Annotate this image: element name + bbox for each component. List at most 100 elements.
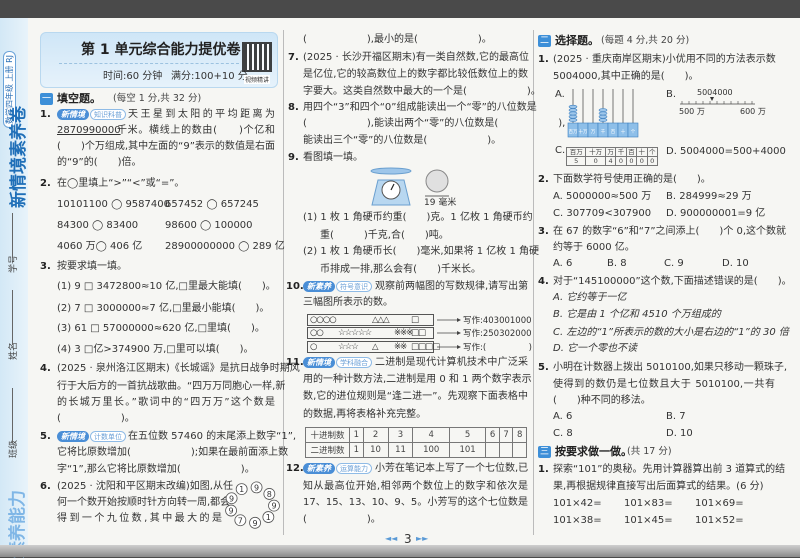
q1-lines-2: 千米。横线上的数由( )个亿和 <box>117 125 275 136</box>
table-cell: 4 <box>412 427 450 443</box>
question-number: 3. <box>538 226 549 237</box>
q3-items-2: (3) 61 □ 57000000≈620 亿,□里填( )。 <box>57 323 265 334</box>
table-cell: 11 <box>387 442 414 458</box>
student-id-field[interactable] <box>12 213 13 258</box>
class-field[interactable] <box>12 388 13 443</box>
question-number: 4. <box>538 276 549 287</box>
c2-text: 下面数学符号使用正确的是( )。 <box>553 174 711 185</box>
choice-option: D. 10 <box>722 258 749 269</box>
side-strip: 数学四年级 上册 RJ 新情境素养卷 学号 姓名 班级 素养能力 <box>0 18 29 558</box>
qr-label: 视频精讲 <box>244 75 271 84</box>
calc-expression: 101×38= <box>553 515 602 526</box>
symbol-group: ○ <box>310 342 317 352</box>
q2-items-2: 84300 ◯ 83400 <box>57 220 139 231</box>
section-badge: 一 <box>40 93 53 105</box>
question-number: 10. <box>286 281 304 292</box>
q9-lines-0: (1) 1 枚 1 角硬币约重( )克。1 亿枚 1 角硬币约 <box>303 212 533 223</box>
option-b: B. <box>666 89 677 100</box>
question-number: 9. <box>288 152 299 163</box>
symbol-group: ☆☆☆ <box>338 342 359 352</box>
calc-expression: 101×45= <box>624 515 673 526</box>
q12-lines-0: 小芳在笔记本上写了一个七位数,已 <box>375 463 529 474</box>
question-number: 5. <box>538 362 549 373</box>
subtag-badge: 计数单位 <box>90 431 126 442</box>
subtag-badge: 运算能力 <box>336 463 372 474</box>
header-box: 第 1 单元综合能力提优卷 时间:60 分钟 满分:100+10 分 视频精讲 <box>40 32 278 88</box>
table-cell: 10 <box>362 442 389 458</box>
table-cell: 十进制数 <box>305 427 350 443</box>
q9-lines-2: (2) 1 枚 1 角硬币长( )毫米,如果将 1 亿枚 1 角硬 <box>303 246 540 257</box>
coin-diameter-label: 19 毫米 <box>424 198 457 208</box>
question-number: 11. <box>286 357 304 368</box>
q7-lines-0: (2025 · 长沙开福区期末)有一类自然数,它的最高位 <box>303 52 529 63</box>
tag-badge: 新情境 <box>57 431 89 442</box>
q3-items-1: (2) 7 □ 3000000≈7 亿,□里最小能填( )。 <box>57 303 270 314</box>
table-cell[interactable] <box>512 442 527 458</box>
table-cell[interactable] <box>485 442 500 458</box>
choice-option: C. 左边的“1”所表示的数的大小是右边的“1”的 30 倍 <box>553 327 789 338</box>
prev-page-button[interactable]: ◄◄ <box>385 531 397 547</box>
tag-badge: 新情境 <box>57 109 89 120</box>
table-cell: 千 <box>615 147 627 157</box>
q3-items-0: (1) 9 □ 3472800≈10 亿,□里最大能填( )。 <box>57 281 276 292</box>
q2-items-1: 657452 ◯ 657245 <box>165 199 259 210</box>
table-cell: 8 <box>512 427 527 443</box>
choice-option: C. 307709<307900 <box>553 208 652 219</box>
choice-option: A. 6 <box>553 411 573 422</box>
table-cell: 2 <box>362 427 389 443</box>
q1-lines-3: ( )个万组成,其中左面的“9”表示的数值是右面 <box>57 141 275 152</box>
choice-option: B. 8 <box>607 258 627 269</box>
question-number: 12. <box>286 463 304 474</box>
tag-badge: 新素养 <box>303 463 335 474</box>
table-cell[interactable] <box>498 442 514 458</box>
option-d: D. 5004000=500+4000 <box>666 146 786 157</box>
question-number: 8. <box>288 102 299 113</box>
page-title: 第 1 单元综合能力提优卷 <box>81 42 241 58</box>
next-page-button[interactable]: ►► <box>416 531 428 547</box>
q1-lines-0: 天王星到太阳的平均距离为 <box>128 109 275 120</box>
choice-option: D. 10 <box>666 428 693 439</box>
table-cell: 0 <box>646 156 658 166</box>
q4-lines-3: ( )。 <box>57 413 135 424</box>
question-number: 4. <box>40 363 51 374</box>
calc-expression: 101×42= <box>553 498 602 509</box>
c5-lines-2: ( )种不同的移法。 <box>553 395 651 406</box>
table-cell: 3 <box>387 427 414 443</box>
choice-option: D. 900000001=9 亿 <box>666 208 766 219</box>
qr-code-icon[interactable] <box>242 42 272 72</box>
question-number: 2. <box>40 178 51 189</box>
q5-lines-0: 在五位数 57460 的末尾添上数字“1”, <box>128 431 297 442</box>
table-cell: 6 <box>485 427 500 443</box>
q12-lines-1: 知从最高位开始,相邻两个数位上的数字和依次是 <box>303 481 528 492</box>
q1-lines-1: 2870990000 <box>57 125 121 136</box>
choice-option: A. 6 <box>553 258 573 269</box>
option-c: C. <box>555 145 566 156</box>
q12-lines-2: 17、15、13、10、9、5。小芳写的这个七位数是 <box>303 497 528 508</box>
question-number: 2. <box>538 174 549 185</box>
name-field[interactable] <box>12 290 13 345</box>
q1-lines-4: 的“9”的( )倍。 <box>57 157 142 168</box>
page-number: 3 <box>404 532 412 546</box>
series-title: 新情境素养卷 <box>9 106 29 208</box>
question-number: 5. <box>40 431 51 442</box>
c1-lines-1: 5004000,其中正确的是( )。 <box>553 71 699 82</box>
choice-option: C. 9 <box>664 258 684 269</box>
q2-text: 在◯里填上“>”“<”或“=”。 <box>57 178 185 189</box>
calc-expression: 101×83= <box>624 498 673 509</box>
q12-lines-3: ( )。 <box>303 514 381 525</box>
c4-text: 对于“145100000”这个数,下面描述错误的是( )。 <box>553 276 792 287</box>
table-cell: 0 <box>625 156 638 166</box>
q8-lines-0: 用四个“3”和四个“0”组成能读出一个“零”的八位数是 <box>303 102 537 113</box>
table-cell: 0 <box>585 156 606 166</box>
table-cell: 万 <box>604 147 617 157</box>
number-line-left: 500 万 <box>679 107 705 116</box>
table-cell: 十万 <box>585 147 606 157</box>
calc-expression: 101×69= <box>695 498 744 509</box>
table-cell: 十 <box>636 147 648 157</box>
subtag-badge: 符号意识 <box>336 281 372 292</box>
table-cell: 百万 <box>565 147 587 157</box>
binary-table: 十进制数 1 2 3 4 5 6 7 8 二进制数 1 10 11 100 101 <box>305 427 527 458</box>
choice-option: B. 它是由 1 个亿和 4510 个万组成的 <box>553 309 721 320</box>
c5-lines-0: 小明在计数器上拨出 5010100,如果只移动一颗珠子, <box>553 362 788 373</box>
d1-lines-0: 探索“101”的奥秘。先用计算器算出前 3 道算式的结 <box>553 464 786 475</box>
